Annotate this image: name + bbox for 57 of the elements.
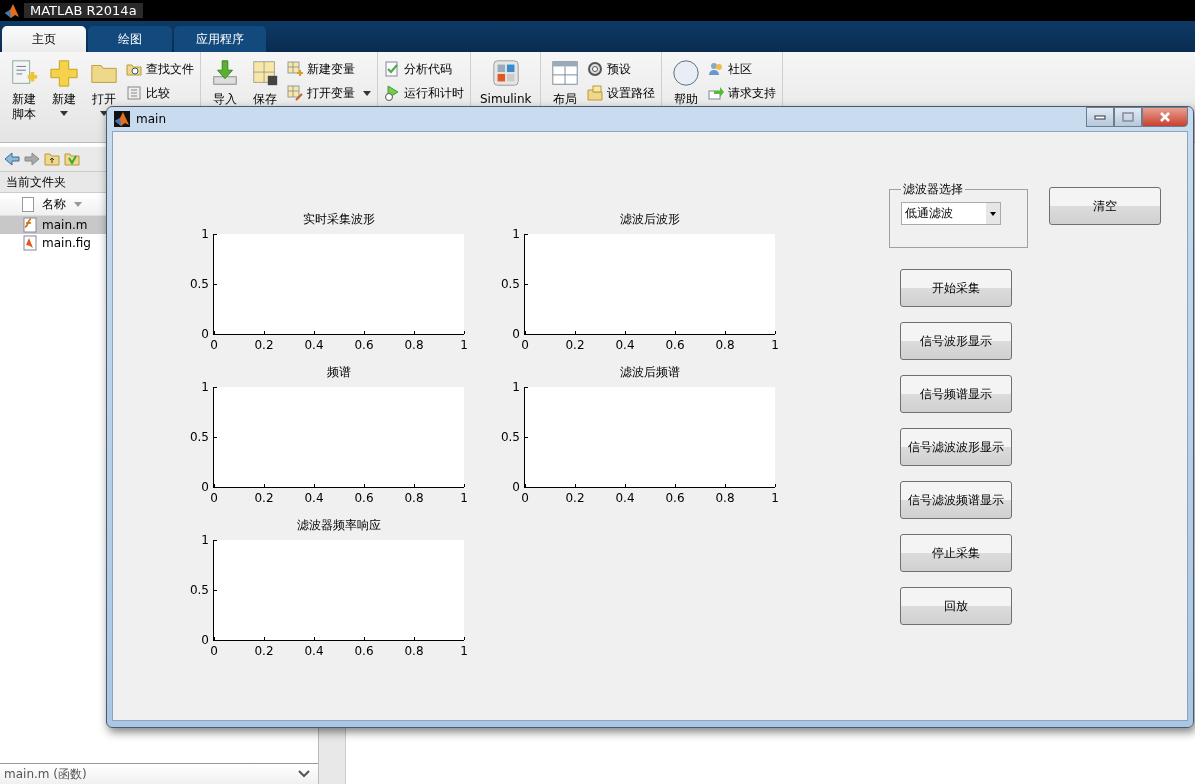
tick-label: 0.8 (715, 339, 735, 351)
tick-label: 0.8 (715, 492, 735, 504)
tick-label: 0.2 (565, 492, 585, 504)
tick-label: 0.6 (665, 339, 685, 351)
tick-label: 0.8 (404, 492, 424, 504)
tick-label: 0 (201, 634, 209, 646)
tick-label: 1 (771, 492, 779, 504)
tick-label: 0.5 (500, 278, 520, 290)
plot-title: 实时采集波形 (302, 211, 375, 228)
tick-label: 0.2 (254, 492, 274, 504)
tick-label: 0.6 (354, 339, 374, 351)
plot-title: 频谱 (326, 364, 351, 381)
tick-label: 0 (210, 645, 218, 657)
tick-label: 0.2 (565, 339, 585, 351)
tick-label: 1 (201, 534, 209, 546)
tick-label: 0.6 (354, 645, 374, 657)
tick-label: 0 (521, 339, 529, 351)
group-label: 滤波器选择 (902, 181, 964, 198)
tick-label: 0.4 (304, 339, 324, 351)
tick-label: 0.6 (665, 492, 685, 504)
tick-label: 1 (512, 381, 520, 393)
tick-label: 1 (460, 339, 468, 351)
tick-label: 1 (201, 381, 209, 393)
tick-label: 0.2 (254, 339, 274, 351)
tick-label: 1 (201, 228, 209, 240)
tick-label: 0.4 (304, 492, 324, 504)
tick-label: 0.5 (189, 431, 209, 443)
window-title: main (136, 112, 166, 126)
details-text: main.m (函数) (4, 765, 87, 783)
tick-label: 0 (521, 492, 529, 504)
tick-label: 0.4 (615, 339, 635, 351)
tick-label: 0.4 (304, 645, 324, 657)
tick-label: 0.8 (404, 339, 424, 351)
file-name: main.fig (42, 236, 91, 250)
plot-title: 滤波后频谱 (619, 364, 680, 381)
column-label: 名称 (42, 195, 66, 213)
tick-label: 0.5 (500, 431, 520, 443)
tick-label: 0.6 (354, 492, 374, 504)
tick-label: 0.5 (189, 584, 209, 596)
tick-label: 1 (460, 492, 468, 504)
tick-label: 1 (512, 228, 520, 240)
plot-title: 滤波器频率响应 (296, 517, 381, 534)
tick-label: 0 (512, 481, 520, 493)
tick-label: 1 (460, 645, 468, 657)
tick-label: 0.5 (189, 278, 209, 290)
tick-label: 0 (201, 328, 209, 340)
tick-label: 0.8 (404, 645, 424, 657)
file-name: main.m (42, 218, 88, 232)
tick-label: 0 (512, 328, 520, 340)
window-title: MATLAB R2014a (24, 3, 143, 18)
tick-label: 0.2 (254, 645, 274, 657)
tick-label: 0 (210, 492, 218, 504)
tick-label: 0 (201, 481, 209, 493)
tick-label: 1 (771, 339, 779, 351)
tick-label: 0 (210, 339, 218, 351)
tick-label: 0.4 (615, 492, 635, 504)
plot-title: 滤波后波形 (619, 211, 680, 228)
